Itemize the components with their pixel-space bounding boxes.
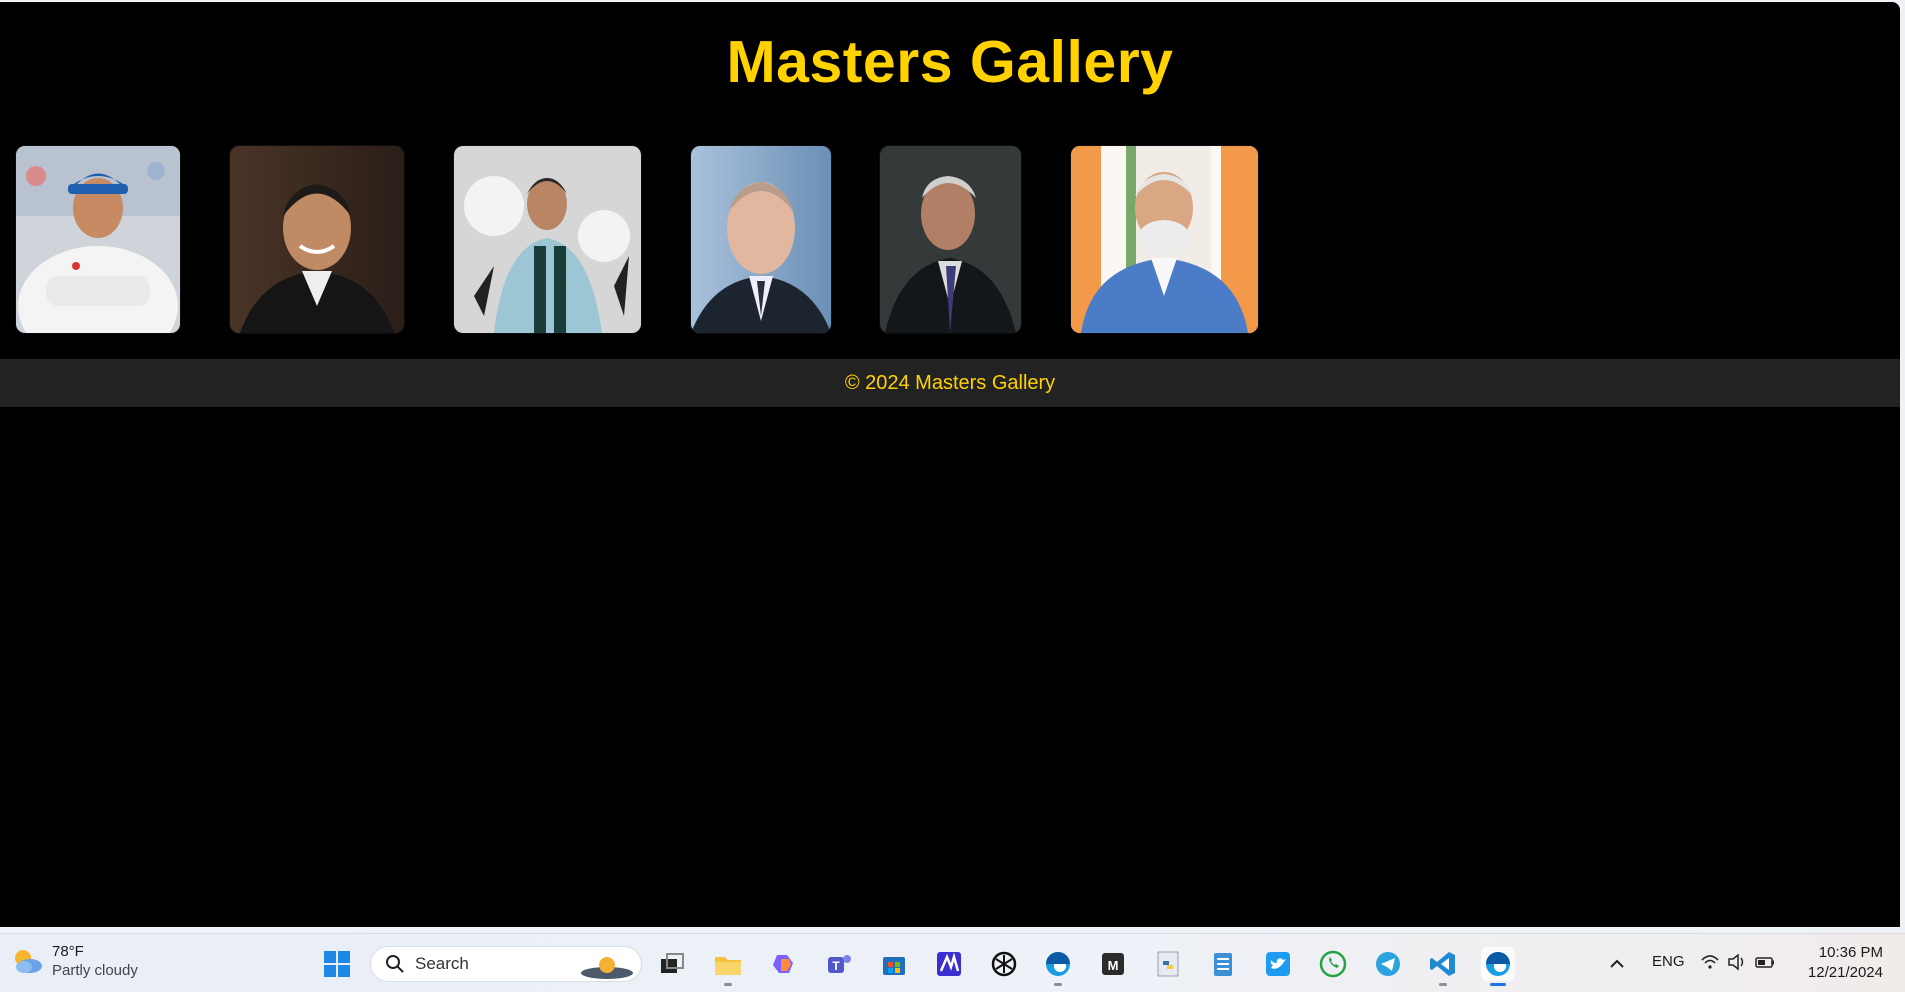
python-file-icon <box>1157 951 1179 977</box>
file-explorer-button[interactable] <box>711 947 745 986</box>
photo-leader-flag[interactable] <box>1071 146 1258 333</box>
taskbar-search[interactable]: Search <box>370 946 642 982</box>
svg-text:T: T <box>832 959 840 973</box>
edge-icon <box>1486 952 1510 976</box>
browser-viewport: Masters Gallery © 2024 Masters Gallery <box>0 2 1900 927</box>
photo-elder-suit[interactable] <box>880 146 1021 333</box>
photo-leader-suit[interactable] <box>691 146 831 333</box>
battery-icon <box>1755 957 1774 968</box>
chevron-up-icon <box>1610 959 1624 968</box>
language-indicator[interactable]: ENG <box>1652 953 1685 970</box>
photo-businessman-suit[interactable] <box>230 146 404 333</box>
folder-icon <box>715 957 741 975</box>
photo-footballer-image <box>454 146 641 333</box>
running-indicator <box>724 983 732 986</box>
gallery <box>0 146 1300 336</box>
clock-date: 12/21/2024 <box>1807 964 1883 981</box>
footer: © 2024 Masters Gallery <box>0 359 1900 407</box>
volume-icon <box>1728 953 1744 971</box>
photo-cricketer[interactable] <box>16 146 180 333</box>
task-view-icon <box>661 953 684 973</box>
photo-businessman-suit-image <box>230 146 404 333</box>
python-button[interactable] <box>1151 947 1185 981</box>
vscode-icon <box>1430 952 1455 976</box>
weather-widget[interactable]: 78°F Partly cloudy <box>10 942 138 980</box>
teams-icon: T <box>828 955 851 973</box>
teams-button[interactable]: T <box>822 947 856 981</box>
chatgpt-icon <box>991 951 1017 977</box>
wifi-icon <box>1701 955 1719 969</box>
copilot-button[interactable] <box>767 947 801 981</box>
photo-elder-suit-image <box>880 146 1021 333</box>
whatsapp-button[interactable] <box>1316 947 1350 981</box>
running-indicator <box>1439 983 1447 986</box>
copilot-icon <box>773 955 793 973</box>
quick-settings[interactable] <box>1700 952 1776 972</box>
twitter-button[interactable] <box>1261 947 1295 981</box>
weather-condition: Partly cloudy <box>52 962 138 979</box>
notepad-icon <box>1214 953 1232 976</box>
system-clock[interactable]: 10:36 PM 12/21/2024 <box>1808 943 1883 983</box>
photo-leader-flag-image <box>1071 146 1258 333</box>
edge-button-1[interactable] <box>1041 947 1075 986</box>
search-icon <box>386 955 404 973</box>
search-highlight-icon <box>581 957 633 979</box>
running-indicator <box>1054 983 1062 986</box>
task-view-button[interactable] <box>655 947 689 981</box>
notepad-button[interactable] <box>1206 947 1240 981</box>
vscode-button[interactable] <box>1426 947 1460 986</box>
clock-time: 10:36 PM <box>1818 944 1883 961</box>
edge-icon <box>1046 952 1070 976</box>
weather-temp: 78°F <box>52 943 84 960</box>
chatgpt-button[interactable] <box>987 947 1021 981</box>
store-button[interactable] <box>877 947 911 981</box>
page-title: Masters Gallery <box>726 29 1174 95</box>
app-m-button[interactable]: M <box>1096 947 1130 981</box>
photo-leader-suit-image <box>691 146 831 333</box>
telegram-icon <box>1376 952 1400 976</box>
twitter-icon <box>1266 952 1290 976</box>
m-app-icon: M <box>1102 953 1124 975</box>
search-label: Search <box>415 954 469 973</box>
footer-copyright: © 2024 Masters Gallery <box>844 371 1056 394</box>
taskbar: 78°F Partly cloudy Search T M ENG 10:36 … <box>0 933 1905 992</box>
start-button[interactable] <box>320 947 354 981</box>
show-hidden-icons-button[interactable] <box>1600 947 1634 981</box>
telegram-button[interactable] <box>1371 947 1405 981</box>
svg-text:M: M <box>1108 958 1119 973</box>
partly-cloudy-icon <box>15 950 42 973</box>
windows-icon <box>324 951 350 977</box>
active-indicator <box>1490 983 1506 986</box>
photo-cricketer-image <box>16 146 180 333</box>
app-a-button[interactable] <box>932 947 966 981</box>
edge-button-2[interactable] <box>1481 947 1515 986</box>
store-icon <box>883 957 905 975</box>
app-logo-icon <box>937 952 961 976</box>
photo-footballer[interactable] <box>454 146 641 333</box>
whatsapp-icon <box>1319 950 1347 978</box>
